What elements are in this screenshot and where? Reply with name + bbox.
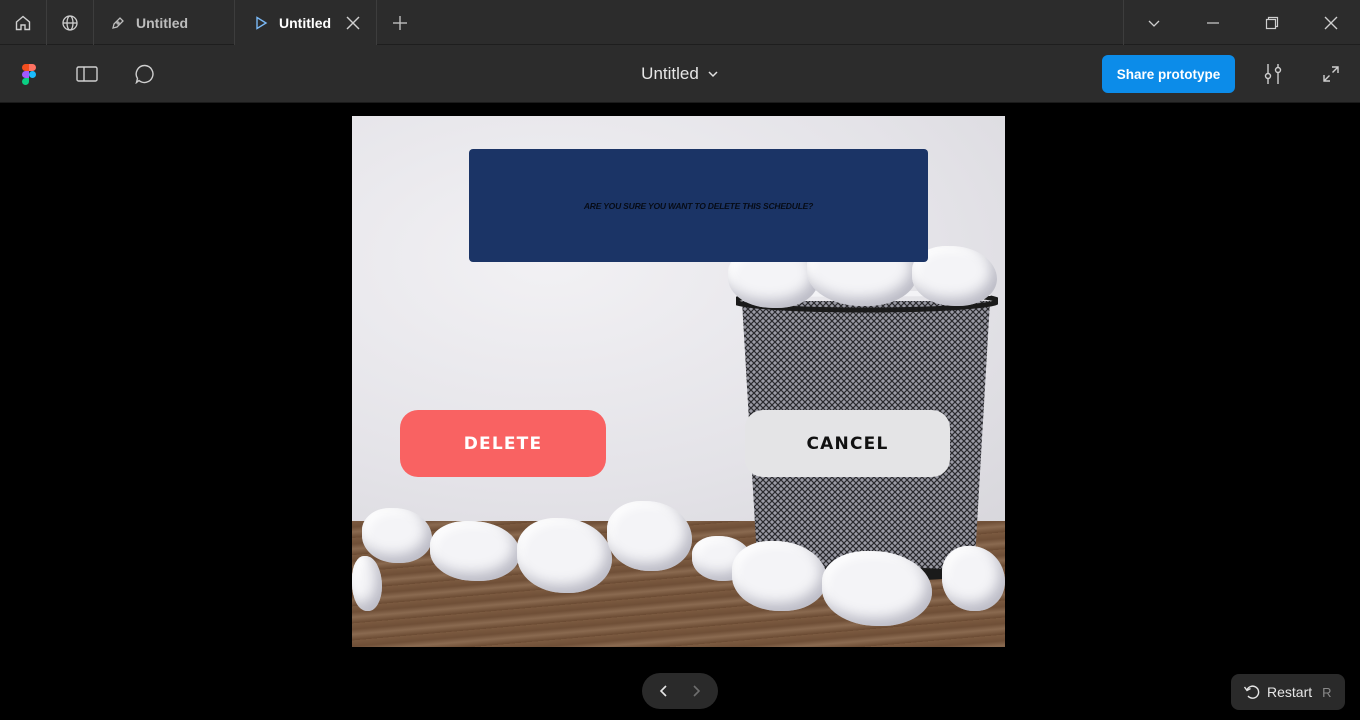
cancel-button[interactable]: CANCEL [745,410,950,477]
prototype-toolbar: Untitled Share prototype [0,45,1360,103]
dialog-message: ARE YOU SURE YOU WANT TO DELETE THIS SCH… [583,200,814,211]
play-icon [253,15,269,31]
prototype-settings-button[interactable] [1260,45,1286,103]
prototype-frame: ARE YOU SURE YOU WANT TO DELETE THIS SCH… [352,116,1005,647]
restart-button[interactable]: Restart R [1231,674,1345,710]
restore-button[interactable] [1242,0,1301,45]
plus-icon [393,15,407,30]
close-icon [346,16,360,29]
restart-shortcut: R [1322,684,1332,700]
tabs-dropdown-button[interactable] [1124,0,1183,45]
expand-icon [1323,66,1339,82]
figma-logo-icon [22,63,36,85]
chevron-down-icon [708,71,718,78]
tab-untitled-prototype[interactable]: Untitled [235,0,377,45]
next-frame-button[interactable] [682,677,710,705]
chevron-down-icon [1148,20,1159,27]
delete-button[interactable]: DELETE [400,410,606,477]
file-title-dropdown[interactable]: Untitled [641,64,719,84]
tab-bar: Untitled Untitled [0,0,1360,45]
fullscreen-button[interactable] [1318,45,1344,103]
tab-label: Untitled [136,14,189,31]
globe-icon [62,14,78,31]
sidebar-icon [76,66,98,82]
new-tab-button[interactable] [377,0,423,45]
file-title: Untitled [641,64,699,83]
restore-icon [1265,16,1278,29]
home-icon [15,15,31,30]
chevron-left-icon [659,685,667,697]
restart-icon [1243,685,1260,699]
minimize-icon [1206,21,1219,24]
figma-menu-button[interactable] [14,45,44,103]
comments-button[interactable] [131,45,159,103]
close-icon [1324,16,1337,29]
settings-sliders-icon [1264,64,1282,84]
close-tab-button[interactable] [346,16,360,30]
tab-untitled-design[interactable]: Untitled [94,0,235,45]
previous-frame-button[interactable] [650,677,678,705]
close-window-button[interactable] [1301,0,1360,45]
frame-pager [642,673,718,709]
minimize-button[interactable] [1183,0,1242,45]
home-button[interactable] [0,0,47,45]
pen-icon [110,15,126,31]
comment-icon [135,64,154,84]
restart-label: Restart [1267,684,1313,700]
share-prototype-button[interactable]: Share prototype [1102,55,1235,93]
window-controls [1123,0,1360,45]
tab-label: Untitled [279,14,332,31]
confirm-dialog: ARE YOU SURE YOU WANT TO DELETE THIS SCH… [469,149,928,262]
chevron-right-icon [693,685,701,697]
sidebar-toggle-button[interactable] [72,45,102,103]
community-button[interactable] [47,0,94,45]
